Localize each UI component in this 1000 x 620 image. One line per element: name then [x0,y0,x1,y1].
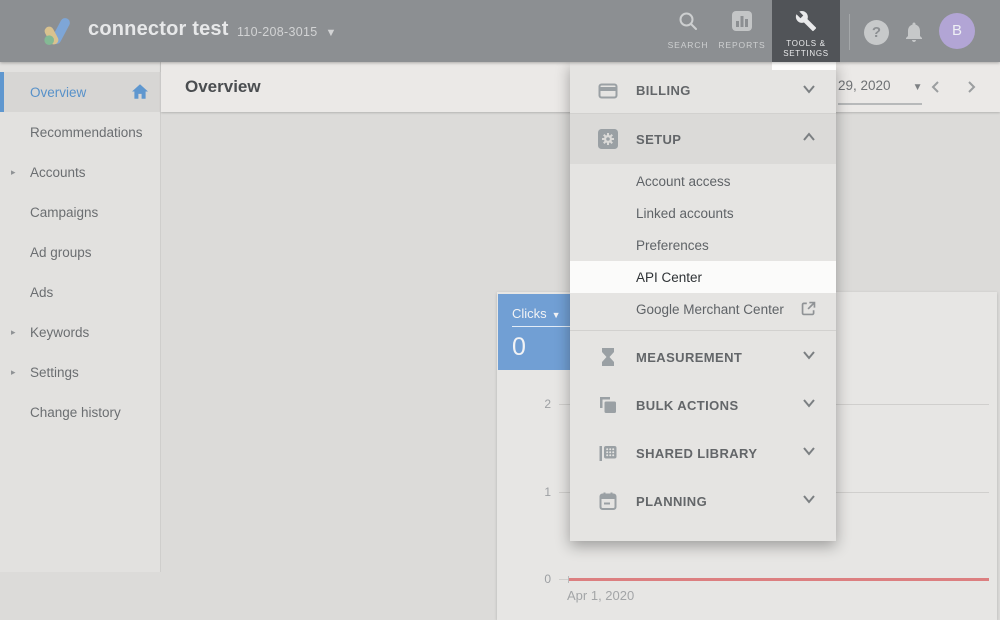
hourglass-icon [598,347,618,367]
question-mark-icon: ? [872,24,881,41]
expand-arrow-icon: ▸ [11,367,16,378]
left-navigation: Overview Recommendations ▸Accounts Campa… [0,62,161,572]
sidebar-item-change-history[interactable]: Change history [0,392,161,432]
metric-underline [512,326,570,327]
next-date-range-button[interactable] [964,80,978,94]
chevron-down-icon [801,492,817,510]
date-range-selector[interactable]: 29, 2020 ▼ [838,78,922,93]
home-icon [132,84,148,102]
sidebar-item-campaigns[interactable]: Campaigns [0,192,161,232]
clipboard-icon [598,491,618,511]
sidebar-item-recommendations[interactable]: Recommendations [0,112,161,152]
search-icon [677,10,699,32]
chevron-down-icon [801,396,817,414]
x-axis-tick-mark [568,576,569,583]
menu-item-account-access[interactable]: Account access [570,165,836,197]
menu-item-google-merchant-center[interactable]: Google Merchant Center [570,293,836,325]
external-link-icon [800,300,817,320]
library-grid-icon [598,443,618,463]
menu-section-measurement[interactable]: MEASUREMENT [570,333,836,381]
notifications-button[interactable] [902,18,926,49]
y-axis-tick: 1 [527,485,551,499]
menu-attach-highlight [772,62,836,70]
sidebar-item-overview[interactable]: Overview [0,72,161,112]
chevron-right-icon [964,80,978,94]
sidebar-item-ad-groups[interactable]: Ad groups [0,232,161,272]
wrench-icon [795,10,817,32]
gear-icon [598,129,618,149]
avatar[interactable]: B [939,13,975,49]
chevron-down-icon [801,82,817,100]
sidebar-item-accounts[interactable]: ▸Accounts [0,152,161,192]
chevron-down-icon: ▼ [326,27,337,39]
menu-divider [570,330,836,331]
menu-section-shared-library[interactable]: SHARED LIBRARY [570,429,836,477]
y-axis-tick: 2 [527,397,551,411]
account-id-selector[interactable]: 110-208-3015 ▼ [237,25,337,39]
menu-item-linked-accounts[interactable]: Linked accounts [570,197,836,229]
account-id: 110-208-3015 [237,25,318,39]
menu-item-api-center[interactable]: API Center [570,261,836,293]
reports-button[interactable]: REPORTS [714,10,770,60]
help-button[interactable]: ? [864,20,889,45]
chevron-down-icon: ▼ [913,82,923,93]
expand-arrow-icon: ▸ [11,167,16,178]
y-axis-tick: 0 [527,572,551,586]
reports-icon [731,10,753,32]
chevron-left-icon [929,80,943,94]
chevron-down-icon [801,444,817,462]
google-ads-logo-icon [42,16,76,51]
menu-section-setup[interactable]: SETUP [570,114,836,164]
date-range-underline [838,103,922,105]
bell-icon [902,18,926,44]
menu-item-preferences[interactable]: Preferences [570,229,836,261]
chevron-up-icon [801,130,817,148]
sidebar-item-ads[interactable]: Ads [0,272,161,312]
expand-arrow-icon: ▸ [11,327,16,338]
tools-settings-menu: BILLING SETUP Account access Linked acco… [570,62,836,541]
page-title: Overview [185,77,261,97]
credit-card-icon [598,81,618,101]
menu-section-bulk-actions[interactable]: BULK ACTIONS [570,381,836,429]
chevron-down-icon: ▼ [552,310,561,320]
x-axis-label: Apr 1, 2020 [567,588,634,603]
sidebar-item-settings[interactable]: ▸Settings [0,352,161,392]
date-range-text: 29, 2020 [838,78,891,93]
menu-section-planning[interactable]: PLANNING [570,477,836,525]
search-button[interactable]: SEARCH [660,10,716,60]
tools-and-settings-button[interactable]: TOOLS & SETTINGS [772,0,840,62]
impressions-series-line [568,578,989,581]
account-name-title: connector test [88,18,229,41]
topbar-divider [849,14,850,50]
previous-date-range-button[interactable] [929,80,943,94]
sidebar-item-keywords[interactable]: ▸Keywords [0,312,161,352]
copy-icon [598,395,618,415]
menu-section-billing[interactable]: BILLING [570,68,836,113]
top-app-bar: connector test 110-208-3015 ▼ SEARCH REPO… [0,0,1000,62]
chevron-down-icon [801,348,817,366]
